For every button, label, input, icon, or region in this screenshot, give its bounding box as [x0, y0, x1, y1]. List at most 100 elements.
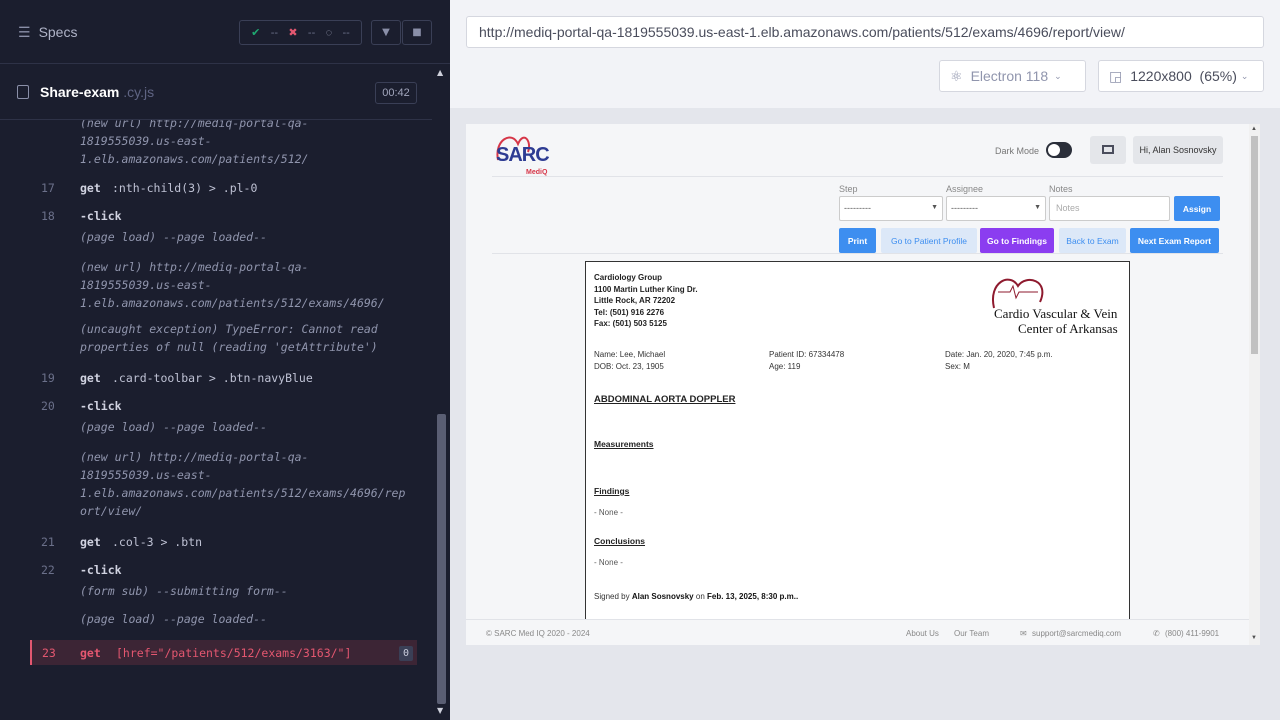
url-bar[interactable]: http://mediq-portal-qa-1819555039.us-eas…	[466, 16, 1264, 48]
command-number: 19	[41, 371, 55, 385]
specs-label: Specs	[38, 24, 78, 40]
assign-button[interactable]: Assign	[1174, 196, 1220, 221]
event-line: 1.elb.amazonaws.com/patients/512/exams/4…	[80, 486, 406, 500]
element-count-badge: 0	[399, 646, 413, 661]
app-scrollbar[interactable]: ▲ ▼	[1249, 124, 1260, 645]
passed-count: --	[270, 26, 279, 39]
event-row[interactable]: (uncaught exception) TypeError: Cannot r…	[80, 320, 420, 356]
logo-text: SARC	[496, 144, 550, 166]
phone-icon: ✆	[1153, 629, 1160, 638]
step-select[interactable]: --------- ▼	[839, 196, 943, 221]
viewport-icon: ◲	[1109, 67, 1123, 84]
event-line: (new url) http://mediq-portal-qa-	[80, 260, 309, 274]
notes-label: Notes	[1049, 184, 1073, 194]
chevron-down-icon: ▼	[1034, 204, 1041, 211]
notes-input[interactable]: Notes	[1049, 196, 1170, 221]
scrollbar-thumb[interactable]	[1251, 136, 1258, 354]
command-name: get	[80, 535, 101, 549]
browser-selector[interactable]: ⚛ Electron 118 ⌄	[939, 60, 1086, 92]
command-row[interactable]: 21 get .col-3 > .btn	[0, 535, 432, 553]
specs-toggle[interactable]: ☰ Specs	[18, 24, 77, 41]
sarc-logo[interactable]: SARC MediQ	[492, 130, 556, 176]
command-name: -click	[80, 399, 122, 413]
event-row[interactable]: (new url) http://mediq-portal-qa- 1819555…	[80, 448, 420, 520]
event-line: ort/view/	[80, 504, 143, 518]
spec-file-name: Share-exam .cy.js	[40, 84, 154, 100]
patient-profile-button[interactable]: Go to Patient Profile	[881, 228, 977, 253]
findings-value: - None -	[594, 508, 623, 517]
failing-command-row[interactable]: 23 get [href="/patients/512/exams/3163/"…	[30, 640, 417, 665]
notifications-button[interactable]	[1090, 136, 1126, 164]
scroll-down-icon[interactable]: ▼	[1251, 635, 1257, 641]
signed-date: Feb. 13, 2025, 8:30 p.m..	[707, 592, 799, 601]
menu-icon: ☰	[18, 24, 31, 40]
event-line: 1819555039.us-east-	[80, 468, 212, 482]
stop-button[interactable]: ■	[402, 20, 432, 45]
signed-prefix: Signed by	[594, 592, 630, 601]
command-log-scrollbar[interactable]: ▲ ▼	[433, 64, 450, 720]
chevron-down-icon: ▼	[382, 27, 390, 38]
print-button[interactable]: Print	[839, 228, 876, 253]
patient-id-age: Patient ID: 67334478 Age: 119	[769, 349, 844, 373]
clinic-name-line2: Center of Arkansas	[1018, 321, 1118, 336]
event-row[interactable]: (page load) --page loaded--	[80, 610, 420, 628]
patient-sex: Sex: M	[945, 362, 970, 371]
support-phone[interactable]: (800) 411-9901	[1165, 629, 1219, 638]
event-line: 1819555039.us-east-	[80, 134, 212, 148]
event-line: (new url) http://mediq-portal-qa-	[80, 120, 309, 130]
pending-count: --	[342, 26, 350, 39]
event-row[interactable]: (new url) http://mediq-portal-qa- 1819555…	[80, 258, 420, 312]
command-message: .card-toolbar > .btn-navyBlue	[112, 371, 313, 385]
event-row[interactable]: (page load) --page loaded--	[80, 228, 420, 246]
about-us-link[interactable]: About Us	[906, 629, 939, 638]
viewport-info[interactable]: ◲ 1220x800 (65%) ⌄	[1098, 60, 1264, 92]
event-row[interactable]: (new url) http://mediq-portal-qa- 1819555…	[80, 120, 420, 168]
spec-duration: 00:42	[375, 82, 417, 104]
command-row[interactable]: 20 -click	[0, 399, 432, 417]
chevron-down-button[interactable]: ▼	[371, 20, 401, 45]
assignee-select[interactable]: --------- ▼	[946, 196, 1046, 221]
support-email-link[interactable]: support@sarcmediq.com	[1032, 629, 1121, 638]
event-line: (form sub) --submitting form--	[80, 584, 288, 598]
command-row[interactable]: 18 -click	[0, 209, 432, 227]
group-tel: Tel: (501) 916 2276	[594, 307, 665, 317]
command-number: 20	[41, 399, 55, 413]
logo-subtext: MediQ	[526, 169, 548, 176]
scroll-down-icon[interactable]: ▼	[437, 706, 443, 715]
app-footer: © SARC Med IQ 2020 - 2024 About Us Our T…	[466, 619, 1249, 645]
command-name: -click	[80, 209, 122, 223]
aut-panel: http://mediq-portal-qa-1819555039.us-eas…	[450, 0, 1280, 720]
back-to-exam-button[interactable]: Back to Exam	[1059, 228, 1126, 253]
inbox-icon	[1102, 145, 1114, 154]
command-row[interactable]: 22 -click	[0, 563, 432, 581]
scroll-up-icon[interactable]: ▲	[1251, 126, 1257, 132]
next-exam-report-button[interactable]: Next Exam Report	[1130, 228, 1219, 253]
event-line: (page load) --page loaded--	[80, 230, 267, 244]
command-log: (new url) http://mediq-portal-qa- 1819555…	[0, 120, 432, 680]
user-menu-button[interactable]: Hi, Alan Sosnovsky	[1133, 136, 1223, 164]
step-label: Step	[839, 184, 858, 194]
app-iframe: SARC MediQ Dark Mode Hi, Alan Sosnovsky …	[466, 124, 1260, 645]
dark-mode-toggle[interactable]	[1046, 142, 1072, 158]
runner-topbar: ☰ Specs ✔ -- ✖ -- ◌ -- ▼ ■	[0, 0, 450, 64]
copyright: © SARC Med IQ 2020 - 2024	[486, 629, 590, 638]
step-value: ---------	[844, 203, 871, 213]
scroll-up-icon[interactable]: ▲	[437, 68, 443, 77]
signed-on: on	[695, 592, 705, 601]
assignee-value: ---------	[951, 203, 978, 213]
assignee-label: Assignee	[946, 184, 984, 194]
findings-button[interactable]: Go to Findings	[980, 228, 1054, 253]
event-row[interactable]: (form sub) --submitting form--	[80, 582, 420, 600]
command-name: -click	[80, 563, 122, 577]
command-row[interactable]: 17 get:nth-child(3) > .pl-0	[0, 181, 432, 199]
event-line: (page load) --page loaded--	[80, 612, 267, 626]
spec-file-header: Share-exam .cy.js 00:42	[0, 64, 432, 120]
pending-icon: ◌	[325, 26, 333, 39]
command-row[interactable]: 19 get .card-toolbar > .btn-navyBlue	[0, 371, 432, 389]
scrollbar-thumb[interactable]	[437, 414, 446, 704]
chevron-down-icon: ⌄	[1240, 70, 1249, 81]
event-row[interactable]: (page load) --page loaded--	[80, 418, 420, 436]
browser-label: Electron 118	[970, 68, 1049, 84]
our-team-link[interactable]: Our Team	[954, 629, 989, 638]
command-name: get	[80, 371, 101, 385]
